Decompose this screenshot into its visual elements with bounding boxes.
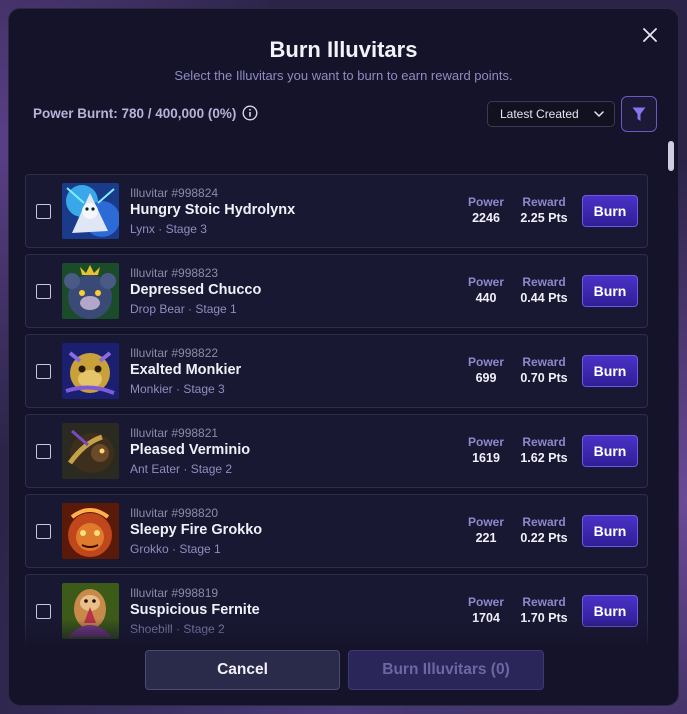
- cancel-button[interactable]: Cancel: [145, 650, 340, 690]
- burn-button[interactable]: Burn: [582, 515, 638, 547]
- illuvitar-name: Suspicious Fernite: [130, 602, 260, 618]
- illuvitar-name: Hungry Stoic Hydrolynx: [130, 202, 296, 218]
- modal-subtitle: Select the Illuvitars you want to burn t…: [174, 68, 513, 83]
- select-checkbox[interactable]: [36, 204, 51, 219]
- power-burnt-summary: Power Burnt: 780 / 400,000 (0%): [33, 105, 258, 121]
- reward-label: Reward: [522, 595, 566, 609]
- filter-icon: [632, 107, 646, 121]
- reward-stat: Reward 2.25 Pts: [514, 195, 574, 225]
- power-label: Power: [467, 195, 504, 209]
- list-fade: [9, 619, 678, 649]
- power-value: 221: [475, 531, 497, 545]
- reward-value: 1.62 Pts: [520, 451, 568, 465]
- sort-selected-value: Latest Created: [500, 107, 579, 121]
- burn-modal: Burn Illuvitars Select the Illuvitars yo…: [8, 8, 679, 706]
- power-stat: Power 221: [462, 515, 510, 545]
- green-drop-bear-image: [62, 263, 119, 319]
- illuvitar-row: Illuvitar #998820 Sleepy Fire Grokko Gro…: [25, 494, 648, 568]
- illuvitar-thumbnail: [62, 423, 119, 479]
- reward-label: Reward: [522, 355, 566, 369]
- illuvitar-id: Illuvitar #998820: [130, 506, 219, 520]
- reward-value: 0.44 Pts: [520, 291, 568, 305]
- illuvitar-list: Illuvitar #998824 Hungry Stoic Hydrolynx…: [25, 174, 649, 644]
- power-label: Power: [467, 595, 504, 609]
- reward-stat: Reward 0.44 Pts: [514, 275, 574, 305]
- reward-stat: Reward 0.70 Pts: [514, 355, 574, 385]
- power-value: 699: [475, 371, 497, 385]
- power-stat: Power 2246: [462, 195, 510, 225]
- power-label: Power: [467, 275, 504, 289]
- power-stat: Power 1619: [462, 435, 510, 465]
- burn-button[interactable]: Burn: [582, 355, 638, 387]
- select-checkbox[interactable]: [36, 364, 51, 379]
- illuvitar-meta: Grokko · Stage 1: [130, 542, 221, 556]
- burn-button[interactable]: Burn: [582, 275, 638, 307]
- burn-button[interactable]: Burn: [582, 435, 638, 467]
- list-scrollbar[interactable]: [668, 141, 674, 171]
- filter-button[interactable]: [621, 96, 657, 132]
- reward-stat: Reward 0.22 Pts: [514, 515, 574, 545]
- modal-title: Burn Illuvitars: [269, 37, 418, 62]
- illuvitar-id: Illuvitar #998819: [130, 586, 219, 600]
- illuvitar-id: Illuvitar #998821: [130, 426, 219, 440]
- power-value: 1619: [472, 451, 500, 465]
- power-stat: Power 440: [462, 275, 510, 305]
- burn-button[interactable]: Burn: [582, 195, 638, 227]
- reward-value: 2.25 Pts: [520, 211, 568, 225]
- power-value: 2246: [472, 211, 500, 225]
- reward-label: Reward: [522, 515, 566, 529]
- illuvitar-row: Illuvitar #998821 Pleased Verminio Ant E…: [25, 414, 648, 488]
- power-stat: Power 699: [462, 355, 510, 385]
- illuvitar-id: Illuvitar #998824: [130, 186, 219, 200]
- illuvitar-name: Sleepy Fire Grokko: [130, 522, 263, 538]
- power-label: Power: [467, 355, 504, 369]
- illuvitar-row: Illuvitar #998822 Exalted Monkier Monkie…: [25, 334, 648, 408]
- reward-value: 0.70 Pts: [520, 371, 568, 385]
- illuvitar-thumbnail: [62, 183, 119, 239]
- illuvitar-thumbnail: [62, 343, 119, 399]
- illuvitar-meta: Ant Eater · Stage 2: [130, 462, 233, 476]
- illuvitar-thumbnail: [62, 263, 119, 319]
- burn-illuvitars-button[interactable]: Burn Illuvitars (0): [348, 650, 544, 690]
- reward-label: Reward: [522, 195, 566, 209]
- illuvitar-name: Exalted Monkier: [130, 362, 242, 378]
- select-checkbox[interactable]: [36, 444, 51, 459]
- select-checkbox[interactable]: [36, 284, 51, 299]
- illuvitar-meta: Lynx · Stage 3: [130, 222, 207, 236]
- reward-label: Reward: [522, 435, 566, 449]
- illuvitar-row: Illuvitar #998823 Depressed Chucco Drop …: [25, 254, 648, 328]
- illuvitar-id: Illuvitar #998823: [130, 266, 219, 280]
- illuvitar-meta: Monkier · Stage 3: [130, 382, 225, 396]
- blue-lynx-creature-image: [62, 183, 119, 239]
- illuvitar-name: Pleased Verminio: [130, 442, 251, 458]
- reward-value: 0.22 Pts: [520, 531, 568, 545]
- power-burnt-text: Power Burnt: 780 / 400,000 (0%): [33, 105, 237, 121]
- illuvitar-meta: Drop Bear · Stage 1: [130, 302, 237, 316]
- power-value: 440: [475, 291, 497, 305]
- chevron-down-icon: [594, 111, 604, 117]
- illuvitar-thumbnail: [62, 503, 119, 559]
- select-checkbox[interactable]: [36, 524, 51, 539]
- select-checkbox[interactable]: [36, 604, 51, 619]
- illuvitar-name: Depressed Chucco: [130, 282, 262, 298]
- power-label: Power: [467, 515, 504, 529]
- info-icon[interactable]: [242, 105, 258, 121]
- golden-monkey-image: [62, 343, 119, 399]
- reward-stat: Reward 1.62 Pts: [514, 435, 574, 465]
- dark-ant-eater-image: [62, 423, 119, 479]
- illuvitar-row: Illuvitar #998824 Hungry Stoic Hydrolynx…: [25, 174, 648, 248]
- power-label: Power: [467, 435, 504, 449]
- sort-dropdown[interactable]: Latest Created: [487, 101, 615, 127]
- fire-grokko-image: [62, 503, 119, 559]
- reward-label: Reward: [522, 275, 566, 289]
- illuvitar-id: Illuvitar #998822: [130, 346, 219, 360]
